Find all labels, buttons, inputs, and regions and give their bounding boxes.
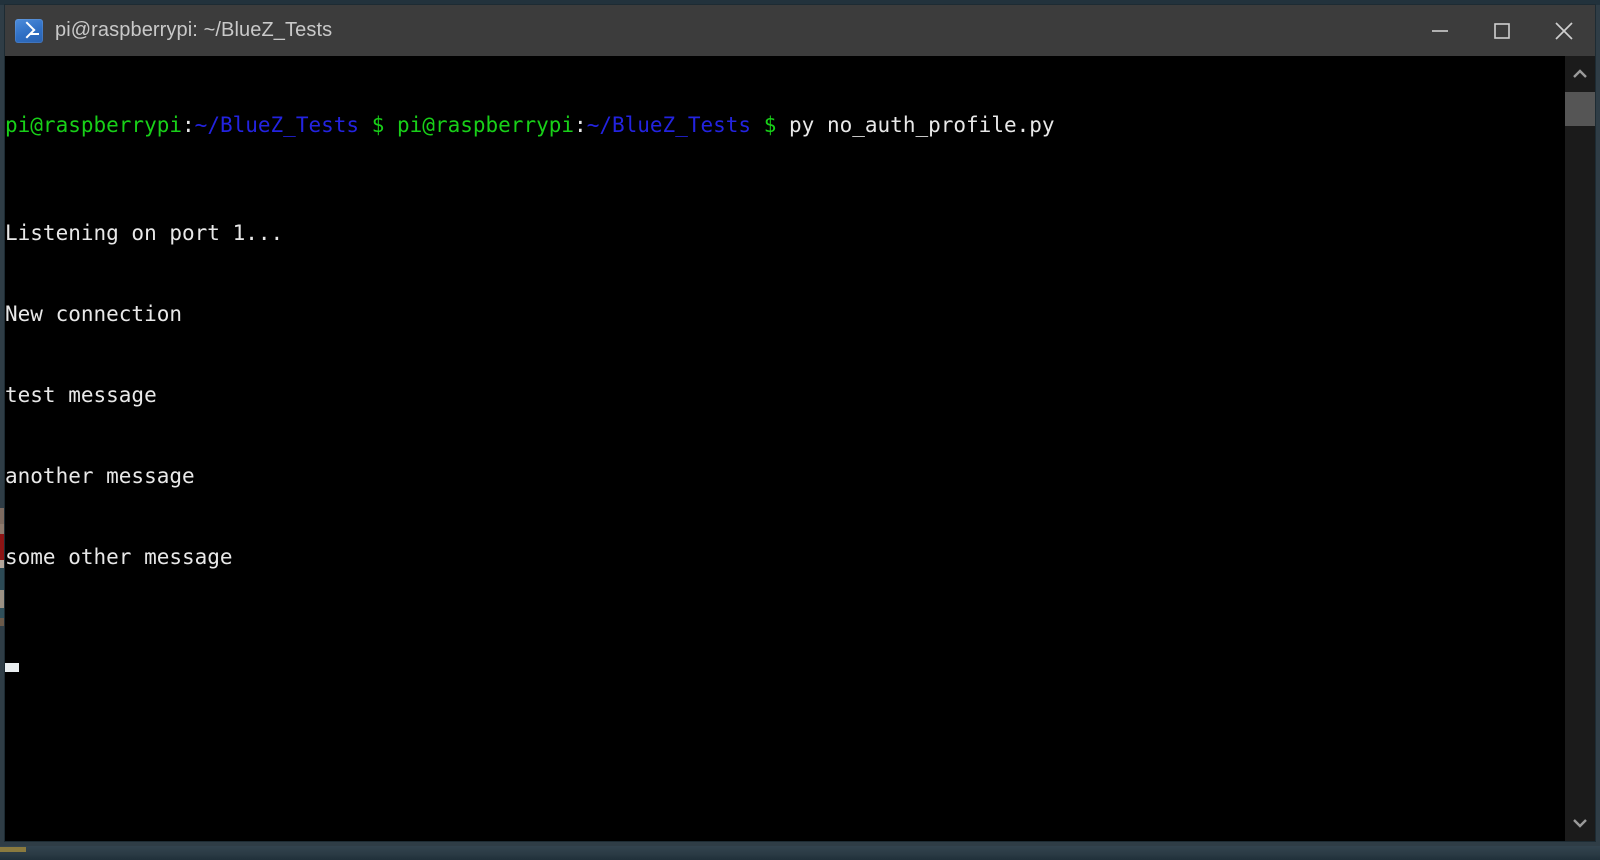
close-button[interactable] xyxy=(1533,5,1595,56)
prompt-user-host-2: pi@raspberrypi xyxy=(397,113,575,137)
scroll-down-button[interactable] xyxy=(1565,805,1595,841)
terminal-output-line: Listening on port 1... xyxy=(5,221,284,245)
window-title: pi@raspberrypi: ~/BlueZ_Tests xyxy=(55,19,333,41)
prompt-path: ~/BlueZ_Tests xyxy=(194,113,360,137)
block-cursor xyxy=(5,663,19,672)
prompt-sigil-2: $ xyxy=(763,113,777,137)
prompt-path-2: ~/BlueZ_Tests xyxy=(586,113,752,137)
scrollbar-track[interactable] xyxy=(1565,92,1595,805)
window-controls xyxy=(1409,5,1595,56)
terminal-prompt-line: pi@raspberrypi:~/BlueZ_Tests $ pi@raspbe… xyxy=(5,112,1565,139)
prompt-colon-2: : xyxy=(574,113,587,137)
scrollbar-thumb[interactable] xyxy=(1565,92,1595,126)
prompt-user-host: pi@raspberrypi xyxy=(5,113,183,137)
terminal-output-line: test message xyxy=(5,383,157,407)
terminal-output-line: New connection xyxy=(5,302,183,326)
vertical-scrollbar[interactable] xyxy=(1565,56,1595,841)
taskbar-accent xyxy=(0,847,26,852)
terminal-command: py no_auth_profile.py xyxy=(789,113,1055,137)
minimize-button[interactable] xyxy=(1409,5,1471,56)
window-body: pi@raspberrypi:~/BlueZ_Tests $ pi@raspbe… xyxy=(5,56,1595,841)
terminal-output-line: some other message xyxy=(5,545,233,569)
terminal-window: pi@raspberrypi: ~/BlueZ_Tests pi@raspber… xyxy=(5,5,1595,841)
prompt-sigil: $ xyxy=(371,113,385,137)
maximize-button[interactable] xyxy=(1471,5,1533,56)
terminal-cursor-line xyxy=(5,652,1565,679)
powershell-icon xyxy=(15,17,43,45)
prompt-colon: : xyxy=(182,113,195,137)
desktop-taskbar-strip xyxy=(0,846,1600,860)
window-titlebar[interactable]: pi@raspberrypi: ~/BlueZ_Tests xyxy=(5,5,1595,56)
terminal-output-area[interactable]: pi@raspberrypi:~/BlueZ_Tests $ pi@raspbe… xyxy=(5,56,1565,841)
scroll-up-button[interactable] xyxy=(1565,56,1595,92)
terminal-output-line: another message xyxy=(5,464,195,488)
